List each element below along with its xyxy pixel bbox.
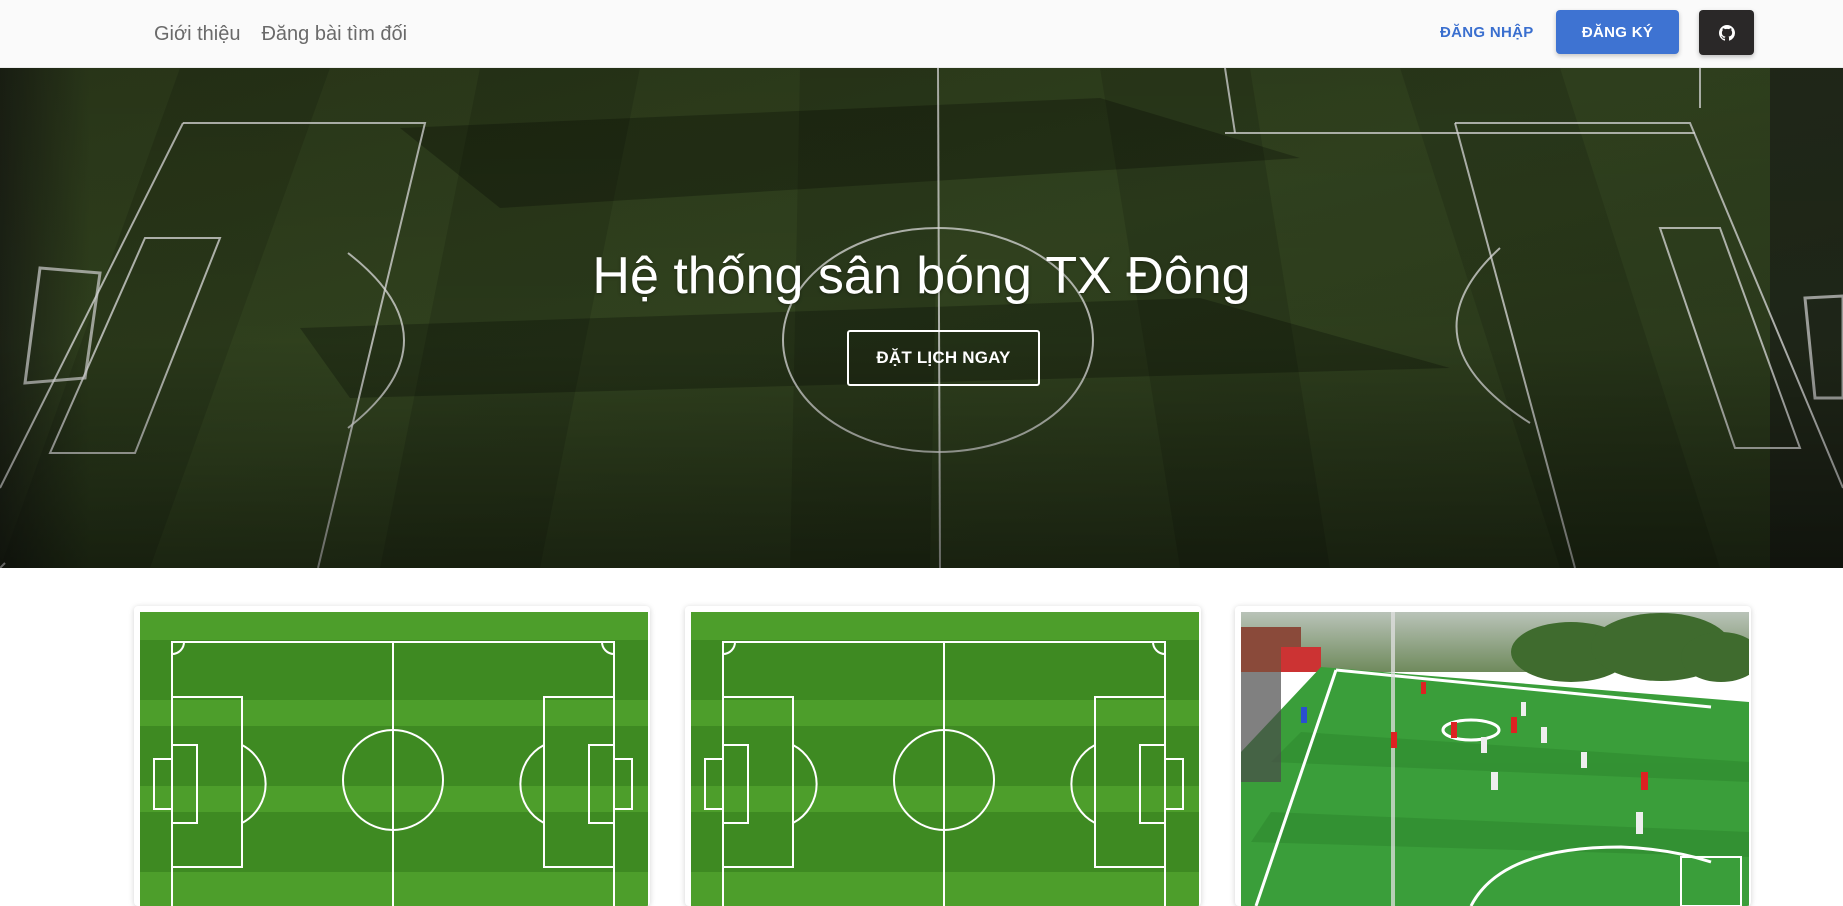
field-card-image [691,612,1199,906]
register-button[interactable]: ĐĂNG KÝ [1556,10,1679,54]
github-icon [1718,24,1735,41]
book-now-button[interactable]: ĐẶT LỊCH NGAY [847,330,1040,386]
field-card[interactable] [134,606,650,906]
nav-link-dang-bai-tim-doi[interactable]: Đăng bài tìm đối [261,23,407,46]
login-button[interactable]: ĐĂNG NHẬP [1420,10,1554,54]
field-card[interactable] [1235,606,1751,906]
field-card-image [1241,612,1749,906]
navbar: Giới thiệu Đăng bài tìm đối ĐĂNG NHẬP ĐĂ… [0,0,1843,68]
github-button[interactable] [1699,10,1754,55]
hero-background-image [0,68,1843,568]
hero-title: Hệ thống sân bóng TX Đông [592,247,1251,305]
nav-links: Giới thiệu Đăng bài tìm đối [154,0,407,68]
hero-banner: Hệ thống sân bóng TX Đông ĐẶT LỊCH NGAY [0,68,1843,568]
nav-link-gioi-thieu[interactable]: Giới thiệu [154,23,240,46]
field-card-image [140,612,648,906]
field-card[interactable] [685,606,1201,906]
